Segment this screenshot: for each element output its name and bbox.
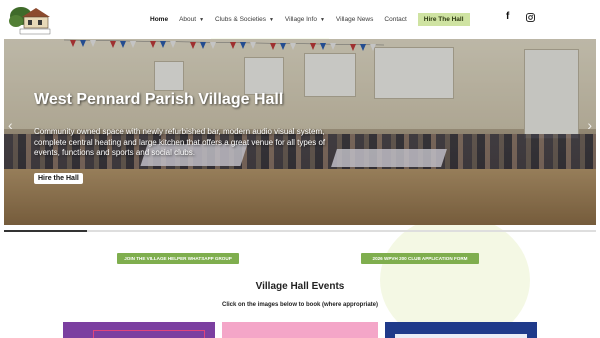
nav-clubs-label: Clubs & Societies [215, 16, 266, 23]
nav-contact[interactable]: Contact [384, 16, 406, 23]
instagram-icon[interactable] [526, 13, 535, 22]
slider-progress-fill [4, 230, 87, 232]
nav-about-label: About [179, 16, 197, 23]
slider-next-arrow-icon[interactable]: › [587, 117, 592, 133]
chevron-down-icon: ▼ [319, 16, 325, 23]
chevron-down-icon: ▼ [199, 16, 205, 23]
nav-village-news[interactable]: Village News [336, 16, 373, 23]
nav-clubs-societies[interactable]: Clubs & Societies ▼ [215, 16, 274, 23]
nav-contact-label: Contact [384, 16, 407, 23]
event-card[interactable] [222, 322, 378, 338]
event-card[interactable] [385, 322, 537, 338]
nav-home[interactable]: Home [150, 16, 168, 23]
slider-progress-track [4, 230, 596, 232]
main-nav: Home About ▼ Clubs & Societies ▼ Village I… [150, 13, 470, 26]
200-club-form-button[interactable]: 2026 WPVH 200 CLUB APPLICATION FORM [361, 253, 479, 264]
hire-the-hall-hero-button[interactable]: Hire the Hall [34, 173, 83, 184]
event-card[interactable] [63, 322, 215, 338]
whatsapp-group-button[interactable]: JOIN THE VILLAGE HELPER WHATSAPP GROUP [117, 253, 239, 264]
slider-prev-arrow-icon[interactable]: ‹ [8, 117, 13, 133]
nav-village-info-label: Village Info [284, 16, 317, 23]
events-subtitle: Click on the images below to book (where… [221, 302, 379, 308]
events-heading: Village Hall Events [255, 281, 345, 292]
site-header: Home About ▼ Clubs & Societies ▼ Village I… [0, 0, 600, 38]
event-card-strip [395, 334, 527, 338]
background-blob [380, 215, 530, 338]
event-card-border [93, 330, 205, 338]
hero-description: Community owned space with newly refurbi… [34, 127, 326, 157]
hire-the-hall-button[interactable]: Hire The Hall [417, 13, 470, 26]
chevron-down-icon: ▼ [268, 16, 274, 23]
hero-slider[interactable]: West Pennard Parish Village Hall Communi… [4, 39, 596, 225]
hero-title: West Pennard Parish Village Hall [34, 91, 284, 108]
facebook-icon[interactable]: f [506, 11, 509, 22]
nav-village-info[interactable]: Village Info ▼ [285, 16, 325, 23]
nav-about[interactable]: About ▼ [179, 16, 204, 23]
nav-home-label: Home [150, 16, 169, 23]
village-hall-logo[interactable] [8, 3, 52, 35]
nav-village-news-label: Village News [335, 16, 374, 23]
